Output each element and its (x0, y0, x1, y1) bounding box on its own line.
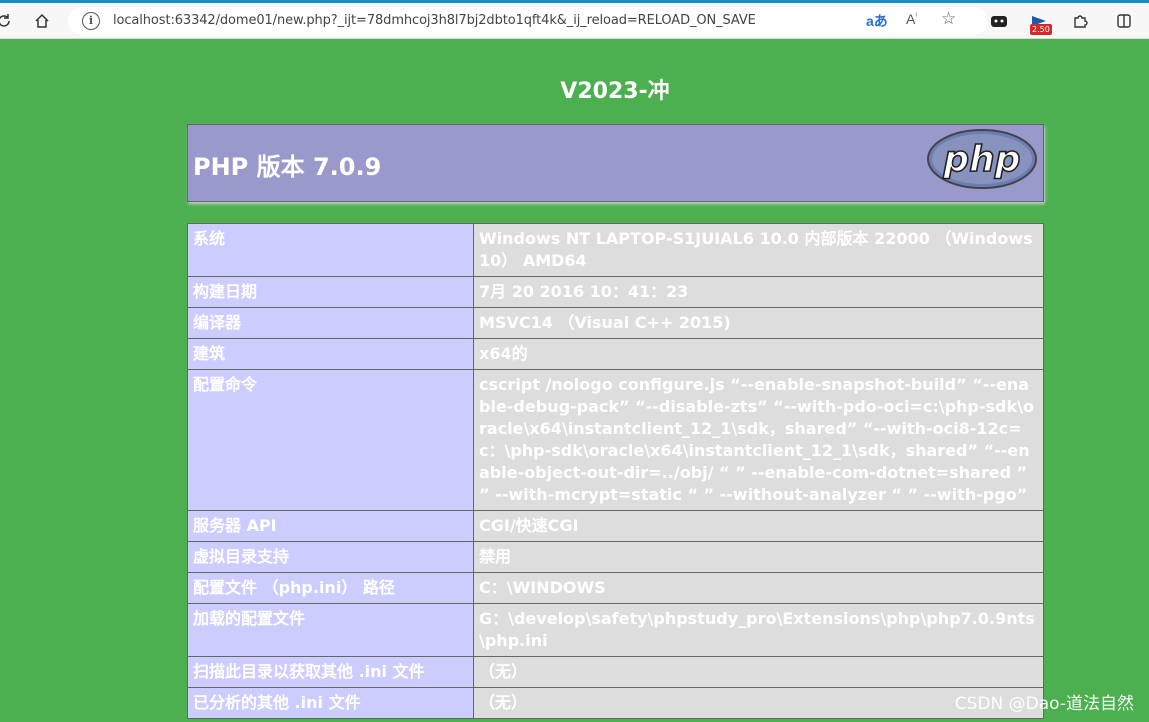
table-row: 虚拟目录支持 禁用 (187, 541, 1044, 573)
row-key: 配置文件 （php.ini） 路径 (187, 572, 474, 604)
row-key: 已分析的其他 .ini 文件 (187, 687, 474, 719)
row-value: x64的 (473, 338, 1044, 370)
extension-badge-count: 2.50 (1030, 24, 1052, 35)
row-key: 系统 (187, 223, 474, 277)
row-value: G：\develop\safety\phpstudy_pro\Extension… (473, 603, 1044, 657)
translate-icon[interactable]: aあ (866, 11, 888, 31)
row-value: （无） (473, 656, 1044, 688)
row-key: 虚拟目录支持 (187, 541, 474, 573)
read-aloud-icon[interactable]: A⁾ (906, 11, 917, 27)
address-bar[interactable]: i localhost:63342/dome01/new.php?_ijt=78… (68, 7, 988, 35)
extensions-puzzle-icon[interactable] (1068, 9, 1092, 33)
php-version-header: PHP 版本 7.0.9 php (187, 124, 1044, 202)
php-logo[interactable]: php (926, 128, 1038, 190)
row-key: 配置命令 (187, 369, 474, 511)
csdn-watermark: CSDN @Dao-道法自然 (954, 694, 1134, 714)
row-key: 服务器 API (187, 510, 474, 542)
browser-toolbar: i localhost:63342/dome01/new.php?_ijt=78… (0, 3, 1149, 39)
url-text[interactable]: localhost:63342/dome01/new.php?_ijt=78dm… (113, 13, 756, 28)
row-value: C：\WINDOWS (473, 572, 1044, 604)
row-value: cscript /nologo configure.js “--enable-s… (473, 369, 1044, 511)
row-key: 编译器 (187, 307, 474, 339)
php-version-title: PHP 版本 7.0.9 (193, 153, 382, 181)
table-row: 配置命令 cscript /nologo configure.js “--enab… (187, 369, 1044, 511)
row-key: 构建日期 (187, 276, 474, 308)
table-row: 加载的配置文件 G：\develop\safety\phpstudy_pro\Ex… (187, 603, 1044, 657)
extension-game-icon[interactable] (987, 9, 1011, 33)
row-key: 加载的配置文件 (187, 603, 474, 657)
table-row: 建筑 x64的 (187, 338, 1044, 370)
row-value: 禁用 (473, 541, 1044, 573)
table-row: 服务器 API CGI/快速CGI (187, 510, 1044, 542)
php-logo-text: php (942, 139, 1020, 180)
row-value: 7月 20 2016 10：41：23 (473, 276, 1044, 308)
row-value: CGI/快速CGI (473, 510, 1044, 542)
table-row: 配置文件 （php.ini） 路径 C：\WINDOWS (187, 572, 1044, 604)
reload-icon[interactable] (0, 9, 16, 33)
info-icon[interactable]: i (82, 12, 100, 30)
row-value: MSVC14 （Visual C++ 2015) (473, 307, 1044, 339)
home-icon[interactable] (30, 9, 54, 33)
row-key: 扫描此目录以获取其他 .ini 文件 (187, 656, 474, 688)
favorite-star-icon[interactable]: ☆ (941, 9, 956, 29)
page-title: V2023-冲 (560, 79, 670, 104)
table-row: 扫描此目录以获取其他 .ini 文件 （无） (187, 656, 1044, 688)
row-key: 建筑 (187, 338, 474, 370)
row-value: Windows NT LAPTOP-S1JUIAL6 10.0 内部版本 220… (473, 223, 1044, 277)
table-row: 编译器 MSVC14 （Visual C++ 2015) (187, 307, 1044, 339)
split-screen-icon[interactable] (1112, 9, 1136, 33)
php-info-table: 系统 Windows NT LAPTOP-S1JUIAL6 10.0 内部版本 2… (187, 223, 1044, 719)
table-row: 已分析的其他 .ini 文件 （无） (187, 687, 1044, 719)
table-row: 系统 Windows NT LAPTOP-S1JUIAL6 10.0 内部版本 2… (187, 223, 1044, 277)
table-row: 构建日期 7月 20 2016 10：41：23 (187, 276, 1044, 308)
